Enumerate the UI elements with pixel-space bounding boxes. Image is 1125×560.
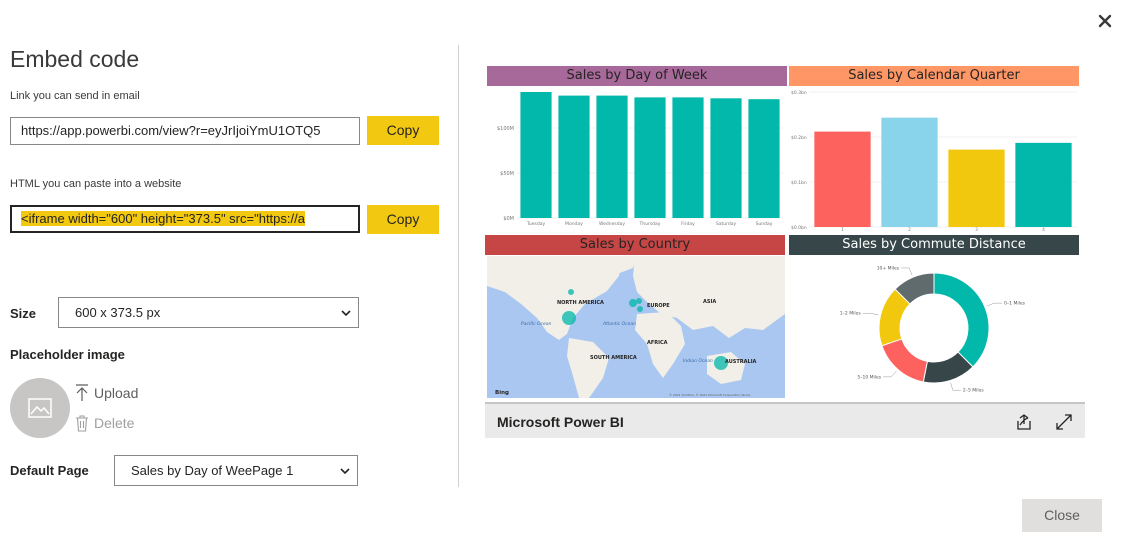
map-bubble-usa: [562, 311, 576, 325]
bar-q4: [1015, 142, 1072, 227]
bar-q2: [881, 117, 938, 227]
map-bubble-france: [637, 306, 643, 312]
map-label-pacific: Pacific Ocean: [521, 321, 552, 327]
bar-wednesday: [596, 95, 628, 218]
chart-sales-by-day-of-week: $0M $50M $100M Tuesday Monday Wednesday Thursd…: [497, 92, 783, 227]
map-label-australia: AUSTRALIA: [725, 359, 757, 365]
bar-saturday: [710, 98, 742, 218]
x-tick-label: Thursday: [639, 221, 661, 227]
map-label-asia: ASIA: [703, 299, 716, 305]
dialog-close-icon[interactable]: [1094, 10, 1116, 32]
map-bubble-germany: [636, 298, 642, 304]
bar-sunday: [748, 99, 780, 218]
map-label-europe: EUROPE: [647, 303, 670, 309]
chart-sales-by-calendar-quarter: $0.0bn $0.1bn $0.2bn $0.3bn 1 2 3 4: [791, 90, 1077, 232]
preview-footer: Microsoft Power BI: [485, 402, 1085, 438]
x-tick-label: Saturday: [716, 221, 737, 227]
x-tick-label: 1: [841, 227, 844, 232]
placeholder-label: Placeholder image: [10, 347, 125, 362]
x-tick-label: 3: [975, 227, 978, 232]
leader-line: [950, 382, 961, 391]
default-page-value: Sales by Day of WeePage 1: [131, 463, 294, 478]
chart-title-calendar-quarter: Sales by Calendar Quarter: [789, 66, 1079, 86]
slice-label: 1–2 Miles: [840, 311, 862, 317]
slice-label: 2–5 Miles: [963, 388, 985, 394]
chart-title-country: Sales by Country: [485, 235, 785, 255]
link-url-text: https://app.powerbi.com/view?r=eyJrIjoiY…: [21, 123, 321, 138]
delete-label: Delete: [94, 415, 135, 431]
bar-thursday: [634, 97, 666, 218]
fullscreen-icon[interactable]: [1055, 413, 1073, 436]
bar-tuesday: [520, 92, 552, 218]
image-icon: [28, 398, 52, 418]
leader-line: [883, 370, 897, 378]
link-label: Link you can send in email: [10, 90, 140, 102]
size-select-value: 600 x 373.5 px: [75, 305, 161, 320]
copy-link-button[interactable]: Copy: [367, 116, 439, 145]
size-select[interactable]: 600 x 373.5 px: [58, 297, 359, 328]
upload-icon: [76, 384, 88, 401]
chart-title-day-of-week: Sales by Day of Week: [487, 66, 787, 86]
y-tick-label: $0M: [503, 216, 514, 222]
y-tick-label: $100M: [497, 126, 514, 132]
y-tick-label: $0.3bn: [791, 90, 807, 96]
bar-monday: [558, 95, 590, 218]
donut-slice-5-10-miles: [881, 338, 928, 383]
chart-title-commute-distance: Sales by Commute Distance: [789, 235, 1079, 255]
panel-divider: [458, 45, 459, 487]
html-label: HTML you can paste into a website: [10, 178, 182, 190]
slice-label: 0–1 Miles: [1004, 301, 1026, 307]
upload-label: Upload: [94, 385, 139, 401]
bar-q3: [948, 149, 1005, 227]
map-label-south-america: SOUTH AMERICA: [590, 355, 637, 361]
x-tick-label: 2: [908, 227, 911, 232]
slice-label: 5–10 Miles: [857, 374, 881, 380]
map-label-north-america: NORTH AMERICA: [557, 300, 604, 306]
map-label-indian: Indian Ocean: [683, 358, 713, 364]
placeholder-image: [10, 378, 70, 438]
bar-q1: [814, 131, 871, 227]
leader-line: [862, 312, 879, 316]
y-tick-label: $0.0bn: [791, 225, 807, 231]
x-tick-label: Friday: [681, 221, 695, 227]
australia-landmass: [707, 352, 745, 384]
y-tick-label: $0.1bn: [791, 180, 807, 186]
sales-by-country-map: NORTH AMERICA EUROPE ASIA SOUTH AMERICA …: [487, 256, 785, 398]
south-america-landmass: [567, 338, 609, 398]
bar-friday: [672, 97, 704, 218]
y-tick-label: $50M: [500, 171, 514, 177]
share-icon[interactable]: [1015, 413, 1033, 436]
chart-sales-by-commute-distance: 0–1 Miles 2–5 Miles 5–10 Miles 1–2 Miles 10+…: [840, 265, 1026, 394]
dialog-title: Embed code: [10, 46, 140, 72]
default-page-label: Default Page: [10, 463, 89, 478]
donut-slice-0-1-miles: [933, 272, 990, 368]
bing-logo: Bing: [495, 390, 509, 396]
map-attribution: © 2021 TomTom, © 2021 Microsoft Corporat…: [669, 393, 751, 397]
footer-title: Microsoft Power BI: [497, 414, 624, 430]
x-tick-label: Sunday: [756, 221, 773, 227]
html-code-text: <iframe width="600" height="373.5" src="…: [21, 211, 305, 226]
leader-line: [986, 302, 1003, 307]
size-label: Size: [10, 306, 37, 321]
default-page-select[interactable]: Sales by Day of WeePage 1: [114, 455, 358, 486]
slice-label: 10+ Miles: [877, 265, 900, 271]
map-label-atlantic: Atlantic Ocean: [602, 321, 636, 327]
x-tick-label: Tuesday: [526, 221, 546, 227]
trash-icon: [76, 415, 88, 432]
map-label-africa: AFRICA: [647, 340, 668, 346]
y-tick-label: $0.2bn: [791, 135, 807, 141]
link-url-field[interactable]: https://app.powerbi.com/view?r=eyJrIjoiY…: [10, 117, 360, 145]
chevron-down-icon: [341, 310, 351, 317]
map-bubble-uk: [629, 299, 637, 307]
map-bubble-canada: [568, 289, 574, 295]
x-tick-label: Wednesday: [599, 221, 625, 227]
chevron-down-icon: [340, 468, 350, 475]
copy-html-button[interactable]: Copy: [367, 205, 439, 234]
x-tick-label: 4: [1042, 227, 1045, 232]
html-code-field[interactable]: <iframe width="600" height="373.5" src="…: [10, 205, 360, 233]
leader-line: [901, 267, 913, 276]
x-tick-label: Monday: [565, 221, 583, 227]
close-button[interactable]: Close: [1022, 499, 1102, 532]
